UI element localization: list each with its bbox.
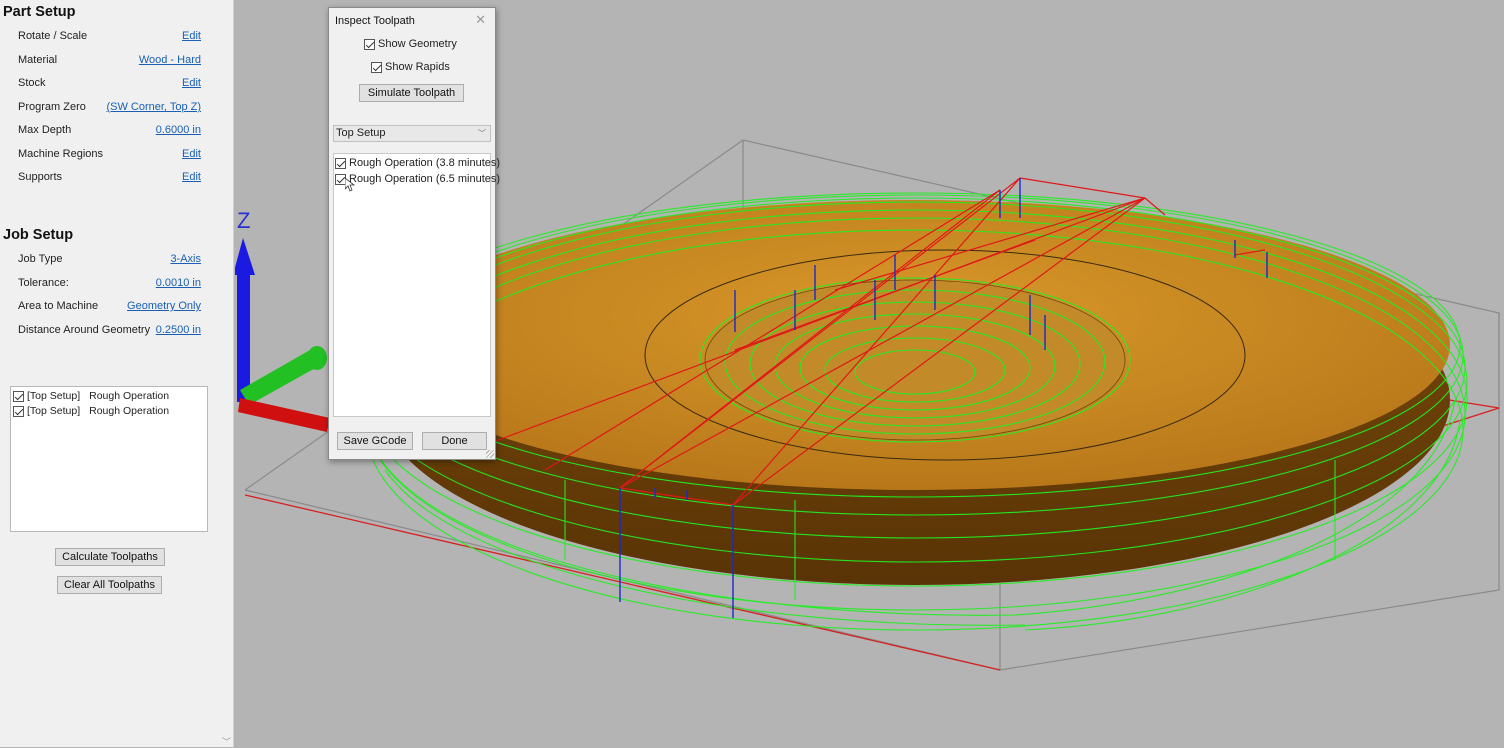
operation-label: Rough Operation (3.8 minutes) [349, 157, 501, 169]
list-item[interactable]: [Top Setup] Rough Operation [13, 404, 169, 418]
operation-setup: [Top Setup] [27, 405, 81, 417]
show-rapids-toggle[interactable]: Show Rapids [371, 60, 450, 74]
prop-row-stock: Stock Edit [18, 77, 201, 93]
max-depth-link[interactable]: 0.6000 in [156, 124, 201, 136]
prop-row-area-to-machine: Area to Machine Geometry Only [18, 300, 201, 316]
scroll-down-icon[interactable]: ﹀ [222, 735, 231, 748]
operation-name: Rough Operation [89, 405, 170, 417]
simulate-toolpath-button[interactable]: Simulate Toolpath [359, 84, 464, 102]
prop-label: Machine Regions [18, 148, 103, 160]
done-button[interactable]: Done [422, 432, 487, 450]
calculate-toolpaths-button[interactable]: Calculate Toolpaths [55, 548, 165, 566]
chevron-down-icon: ﹀ [478, 129, 486, 138]
prop-label: Stock [18, 77, 46, 89]
list-item[interactable]: Rough Operation (6.5 minutes) [335, 172, 500, 186]
area-to-machine-link[interactable]: Geometry Only [127, 300, 201, 312]
operation-label: Rough Operation (6.5 minutes) [349, 173, 501, 185]
operation-name: Rough Operation [89, 390, 170, 402]
prop-row-max-depth: Max Depth 0.6000 in [18, 124, 201, 140]
inspect-toolpath-dialog: Inspect Toolpath ✕ Show Geometry Show Ra… [328, 7, 500, 460]
prop-row-job-type: Job Type 3-Axis [18, 253, 201, 269]
machine-regions-edit-link[interactable]: Edit [182, 148, 201, 160]
resize-grip-icon[interactable] [486, 450, 494, 458]
prop-label: Distance Around Geometry [18, 324, 151, 336]
operation-checkbox[interactable] [13, 405, 24, 417]
axis-triad: Z [235, 208, 330, 432]
clear-all-toolpaths-button[interactable]: Clear All Toolpaths [57, 576, 162, 594]
left-panel: Part Setup Rotate / Scale Edit Material … [0, 0, 234, 747]
prop-row-tolerance: Tolerance: 0.0010 in [18, 277, 201, 293]
program-zero-link[interactable]: (SW Corner, Top Z) [106, 101, 201, 113]
toolpath-operation-list[interactable]: Rough Operation (3.8 minutes) Rough Oper… [333, 153, 500, 417]
stock-edit-link[interactable]: Edit [182, 77, 201, 89]
part-model [380, 200, 1450, 585]
dialog-title: Inspect Toolpath [335, 15, 415, 27]
prop-label: Max Depth [18, 124, 72, 136]
operation-checkbox[interactable] [335, 157, 346, 169]
show-geometry-checkbox[interactable] [364, 38, 375, 50]
prop-row-supports: Supports Edit [18, 171, 201, 187]
save-gcode-button[interactable]: Save GCode [337, 432, 413, 450]
prop-label: Material [18, 54, 58, 66]
mouse-cursor-icon [345, 178, 355, 192]
z-axis-label: Z [237, 208, 250, 233]
show-geometry-toggle[interactable]: Show Geometry [364, 37, 457, 51]
operation-setup: [Top Setup] [27, 390, 81, 402]
setup-select[interactable]: Top Setup ﹀ [333, 125, 491, 142]
prop-label: Job Type [18, 253, 63, 265]
rotate-scale-edit-link[interactable]: Edit [182, 30, 201, 42]
material-link[interactable]: Wood - Hard [139, 54, 201, 66]
list-item[interactable]: [Top Setup] Rough Operation [13, 389, 169, 403]
job-type-link[interactable]: 3-Axis [170, 253, 201, 265]
supports-edit-link[interactable]: Edit [182, 171, 201, 183]
prop-label: Rotate / Scale [18, 30, 88, 42]
prop-row-program-zero: Program Zero (SW Corner, Top Z) [18, 101, 201, 117]
prop-label: Tolerance: [18, 277, 69, 289]
close-icon[interactable]: ✕ [475, 12, 486, 28]
prop-row-distance-around-geometry: Distance Around Geometry 0.2500 in [18, 324, 201, 340]
setup-select-value: Top Setup [336, 127, 386, 139]
job-setup-title: Job Setup [3, 227, 74, 243]
part-setup-title: Part Setup [3, 4, 76, 20]
operation-checkbox[interactable] [13, 390, 24, 402]
prop-row-machine-regions: Machine Regions Edit [18, 148, 201, 164]
prop-label: Supports [18, 171, 63, 183]
operation-list[interactable]: [Top Setup] Rough Operation [Top Setup] … [10, 386, 208, 532]
prop-row-rotate-scale: Rotate / Scale Edit [18, 30, 201, 46]
show-rapids-label: Show Rapids [385, 61, 450, 73]
show-rapids-checkbox[interactable] [371, 61, 382, 73]
prop-row-material: Material Wood - Hard [18, 54, 201, 70]
tolerance-link[interactable]: 0.0010 in [156, 277, 201, 289]
show-geometry-label: Show Geometry [378, 38, 457, 50]
distance-around-geometry-link[interactable]: 0.2500 in [156, 324, 201, 336]
prop-label: Area to Machine [18, 300, 99, 312]
prop-label: Program Zero [18, 101, 86, 113]
list-item[interactable]: Rough Operation (3.8 minutes) [335, 156, 500, 170]
